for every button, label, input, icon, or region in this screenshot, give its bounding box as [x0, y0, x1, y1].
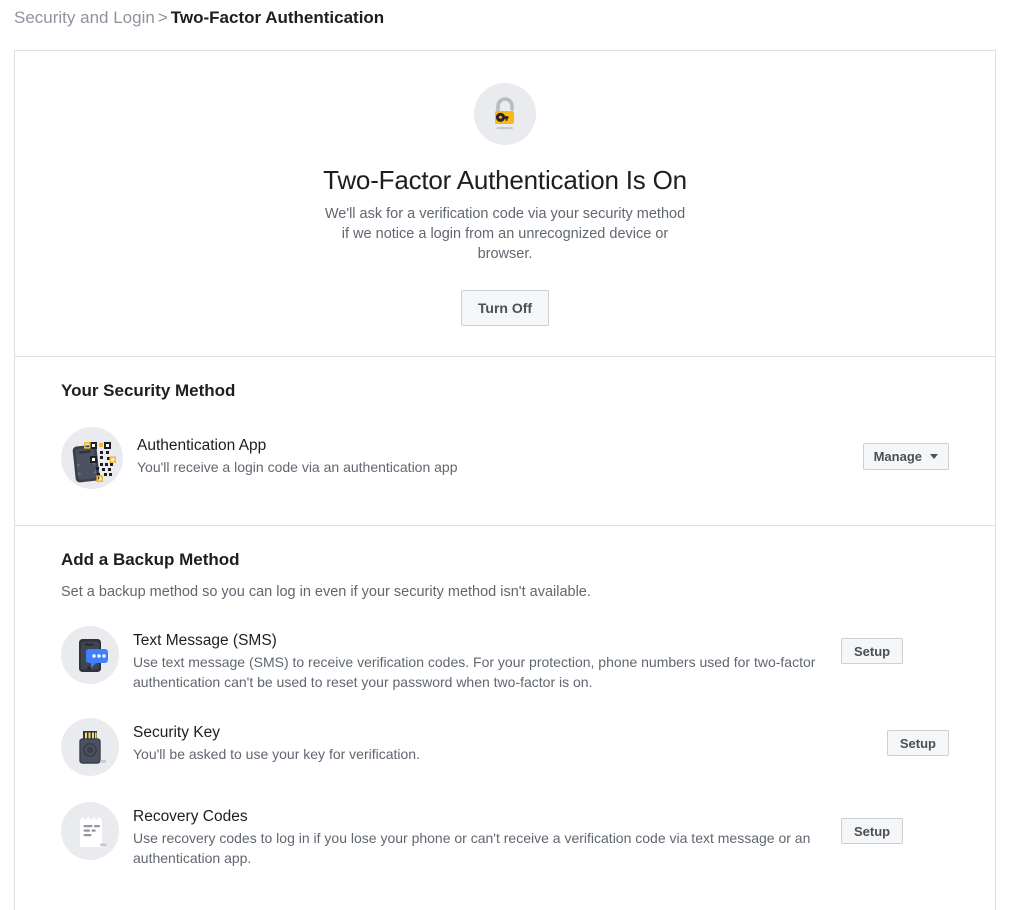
backup-method-subtitle: Set a backup method so you can log in ev… [61, 584, 591, 600]
breadcrumb-current: Two-Factor Authentication [170, 8, 385, 27]
method-action: Setup [841, 802, 904, 844]
backup-method-list: Text Message (SMS) Use text message (SMS… [61, 612, 949, 910]
method-action: Manage [862, 427, 949, 470]
method-name: Recovery Codes [133, 808, 248, 825]
status-description: We'll ask for a verification code via yo… [324, 206, 686, 262]
chevron-down-icon [930, 454, 938, 459]
method-text: Authentication App You'll receive a logi… [137, 427, 845, 477]
method-name: Text Message (SMS) [133, 632, 277, 649]
page-title: Two-Factor Authentication Is On [323, 165, 687, 195]
usb-security-key-icon [61, 718, 119, 776]
method-description: You'll be asked to use your key for veri… [133, 746, 420, 762]
method-name: Security Key [133, 724, 221, 741]
turn-off-button-wrap: Turn Off [35, 290, 975, 326]
method-name: Authentication App [137, 437, 267, 454]
backup-method-section: Add a Backup Method Set a backup method … [15, 526, 995, 910]
breadcrumb-parent-link[interactable]: Security and Login [14, 8, 155, 27]
setup-button-recovery-codes[interactable]: Setup [841, 818, 904, 844]
method-text: Recovery Codes Use recovery codes to log… [133, 802, 823, 868]
method-description: Use recovery codes to log in if you lose… [133, 830, 811, 866]
security-method-section: Your Security Method Authentication App … [15, 357, 995, 526]
method-description: You'll receive a login code via an authe… [137, 459, 458, 475]
setup-button-security-key[interactable]: Setup [886, 730, 949, 756]
list-item: Authentication App You'll receive a logi… [61, 413, 949, 501]
manage-button-label: Manage [873, 449, 922, 464]
method-action: Setup [841, 626, 904, 664]
method-description: Use text message (SMS) to receive verifi… [133, 654, 816, 690]
list-item: Text Message (SMS) Use text message (SMS… [61, 612, 949, 704]
manage-button[interactable]: Manage [862, 443, 949, 470]
sms-phone-chat-icon [61, 626, 119, 684]
list-item: Security Key You'll be asked to use your… [61, 704, 949, 788]
breadcrumb-separator: > [157, 8, 168, 27]
two-factor-card: Two-Factor Authentication Is On We'll as… [14, 50, 996, 910]
security-method-heading: Your Security Method [61, 381, 236, 400]
unlocked-padlock-icon [474, 83, 536, 145]
turn-off-button[interactable]: Turn Off [460, 290, 550, 326]
backup-method-heading: Add a Backup Method [61, 550, 240, 569]
recovery-codes-paper-icon [61, 802, 119, 860]
breadcrumb: Security and Login > Two-Factor Authentica… [0, 0, 1014, 31]
authenticator-qr-phone-icon [61, 427, 123, 489]
setup-button-sms[interactable]: Setup [841, 638, 904, 664]
list-item: Recovery Codes Use recovery codes to log… [61, 788, 949, 880]
method-text: Text Message (SMS) Use text message (SMS… [133, 626, 823, 692]
method-action: Setup [886, 718, 949, 756]
status-section: Two-Factor Authentication Is On We'll as… [15, 51, 995, 357]
method-text: Security Key You'll be asked to use your… [133, 718, 869, 764]
